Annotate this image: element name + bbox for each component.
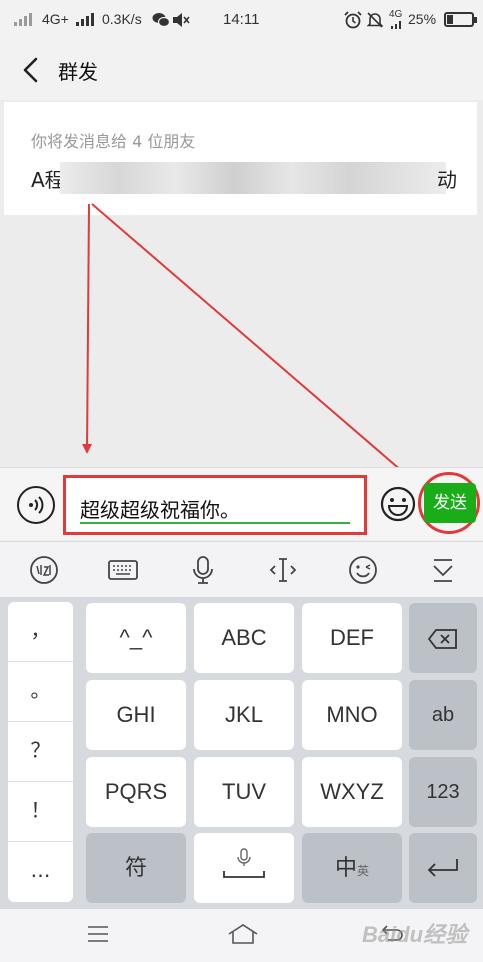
emoticon-icon[interactable] <box>347 554 379 586</box>
key-ghi[interactable]: GHI <box>86 680 186 750</box>
ime-toolbar <box>0 541 483 597</box>
input-underline <box>80 522 350 524</box>
key-symbols[interactable]: 符 <box>86 833 186 903</box>
input-bar: 超级超级祝福你。 发送 <box>0 467 483 540</box>
alarm-icon <box>344 11 362 29</box>
recipients-card: 你将发消息给 4 位朋友 A程 动 <box>4 102 477 215</box>
key-emoticon[interactable]: ^_^ <box>86 603 186 673</box>
enter-icon <box>427 859 458 877</box>
lang-primary-label: 中 <box>334 855 357 880</box>
backspace-key[interactable] <box>409 603 477 673</box>
key-abc[interactable]: ABC <box>194 603 294 673</box>
handwriting-logo-icon[interactable] <box>28 554 60 586</box>
backspace-icon <box>428 629 457 649</box>
back-arrow-icon <box>23 57 38 83</box>
cursor-move-icon[interactable] <box>267 554 299 586</box>
muted-speaker-icon <box>173 13 190 27</box>
keyboard-icon[interactable] <box>107 554 139 586</box>
clock: 14:11 <box>223 11 260 28</box>
punct-key-ellipsis[interactable]: … <box>8 842 73 902</box>
blurred-names <box>60 162 446 194</box>
language-switch-key[interactable]: 中英 <box>302 833 402 903</box>
collapse-keyboard-icon[interactable] <box>427 554 459 586</box>
key-def[interactable]: DEF <box>302 603 402 673</box>
battery-icon <box>444 12 477 27</box>
punct-key-comma[interactable]: ， <box>8 602 73 662</box>
status-bar: 4G+ 0.3K/s 14:11 4G 25% <box>0 0 483 40</box>
key-tuv[interactable]: TUV <box>194 757 294 827</box>
voice-icon <box>29 496 44 514</box>
signal-weak-icon <box>14 12 36 26</box>
key-mno[interactable]: MNO <box>302 680 402 750</box>
key-pqrs[interactable]: PQRS <box>86 757 186 827</box>
recipients-hint: 你将发消息给 4 位朋友 <box>31 132 196 151</box>
keyboard: ， 。 ？ ！ … ^_^ ABC DEF GHI JKL MNO ab PQR… <box>0 597 483 909</box>
key-wxyz[interactable]: WXYZ <box>302 757 402 827</box>
key-123[interactable]: 123 <box>409 757 477 827</box>
lang-secondary-label: 英 <box>357 864 370 878</box>
secondary-network-type: 4G <box>389 9 403 20</box>
signal-strong-icon <box>76 12 98 26</box>
emoji-button[interactable] <box>380 486 416 522</box>
microphone-icon[interactable] <box>187 554 219 586</box>
space-mic-icon <box>223 848 265 878</box>
menu-icon[interactable] <box>86 922 110 946</box>
key-ab[interactable]: ab <box>409 680 477 750</box>
punct-key-question[interactable]: ？ <box>8 722 73 782</box>
punct-key-exclaim[interactable]: ！ <box>8 782 73 842</box>
enter-key[interactable] <box>409 833 477 903</box>
arrow-to-send <box>91 203 412 480</box>
home-icon[interactable] <box>227 922 259 946</box>
key-jkl[interactable]: JKL <box>194 680 294 750</box>
battery-percent: 25% <box>408 11 437 27</box>
signal-small-icon <box>391 21 401 29</box>
space-key[interactable] <box>194 833 294 903</box>
punctuation-column: ， 。 ？ ！ … <box>8 602 73 902</box>
network-type: 4G+ <box>42 11 69 27</box>
watermark: Baidu经验 <box>362 922 468 947</box>
notification-off-icon <box>366 12 384 28</box>
punct-key-period[interactable]: 。 <box>8 662 73 722</box>
back-button[interactable] <box>14 54 48 86</box>
page-title: 群发 <box>58 60 98 84</box>
message-input[interactable]: 超级超级祝福你。 <box>63 475 367 535</box>
recipient-last-name: 动 <box>437 168 457 192</box>
title-bar: 群发 <box>0 40 483 100</box>
voice-input-button[interactable] <box>17 486 55 524</box>
arrow-to-input <box>82 203 93 454</box>
send-button[interactable]: 发送 <box>424 483 476 523</box>
wechat-icon <box>152 13 170 28</box>
message-text: 超级超级祝福你。 <box>80 498 240 522</box>
network-speed: 0.3K/s <box>102 11 142 27</box>
